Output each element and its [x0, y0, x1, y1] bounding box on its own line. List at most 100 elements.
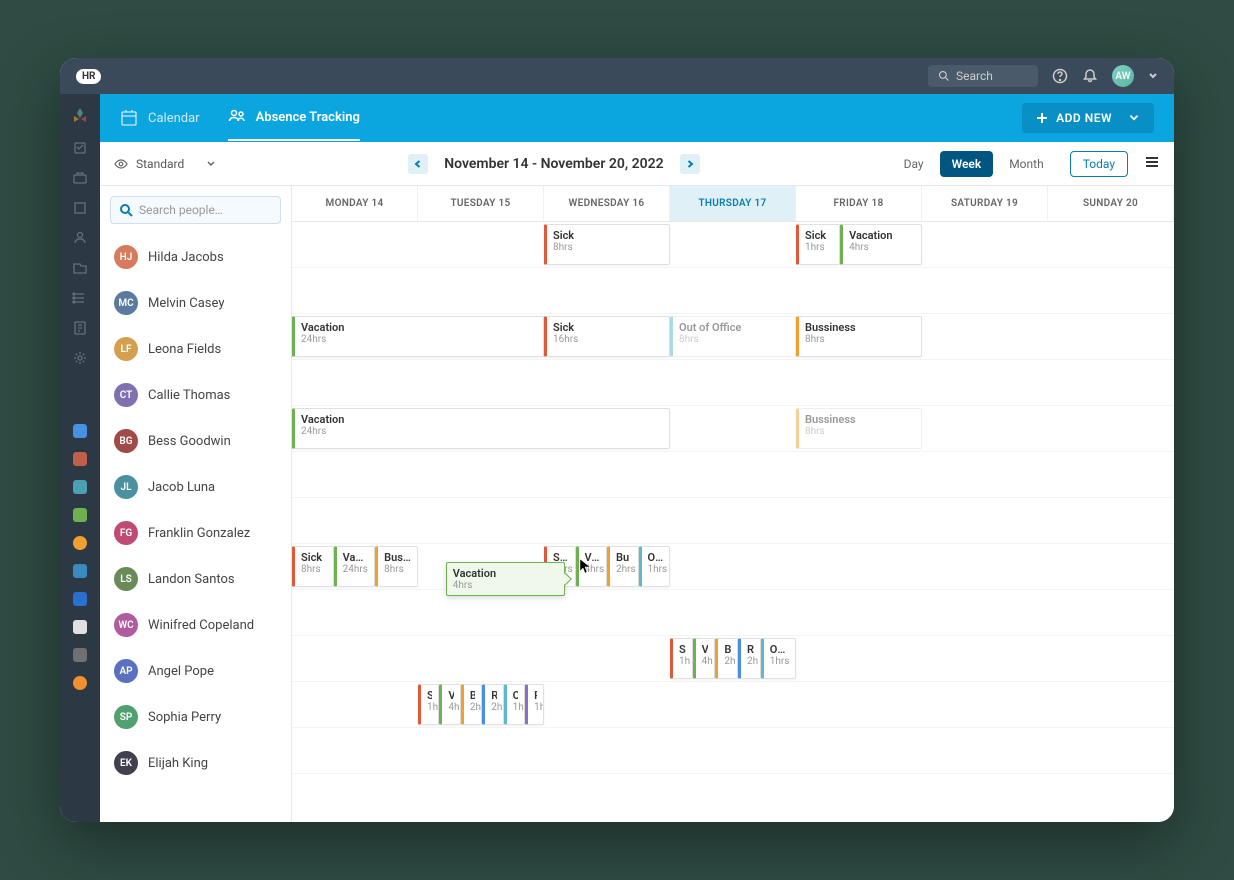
absence-event[interactable]: Sick8hrs: [544, 224, 670, 265]
absence-event[interactable]: Out of…1hrs: [761, 638, 796, 679]
search-placeholder: Search: [956, 69, 993, 83]
absence-event[interactable]: Par…1hrs: [525, 684, 544, 725]
tab-absence-tracking[interactable]: Absence Tracking: [228, 95, 360, 141]
person-row[interactable]: WCWinifred Copeland: [100, 602, 291, 648]
app-tile-4[interactable]: [73, 508, 87, 522]
app-tile-6[interactable]: [73, 564, 87, 578]
menu-button[interactable]: [1144, 154, 1160, 174]
app-tile-3[interactable]: [73, 480, 87, 494]
absence-event[interactable]: Sick1hrs: [544, 546, 576, 587]
absence-event[interactable]: Ou1h: [504, 684, 525, 725]
app-tile-8[interactable]: [73, 620, 87, 634]
view-week[interactable]: Week: [940, 151, 994, 177]
absence-event[interactable]: Bu2hrs: [607, 546, 639, 587]
app-tile-9[interactable]: [73, 648, 87, 662]
main-wrap: Calendar Absence Tracking ADD NEW Standa…: [60, 94, 1174, 822]
app-tile-2[interactable]: [73, 452, 87, 466]
calendar-row[interactable]: [292, 452, 1174, 498]
calendar-row[interactable]: Vacation24hrs Bussiness8hrs: [292, 406, 1174, 452]
settings-icon[interactable]: [72, 350, 88, 366]
absence-event[interactable]: Sick16hrs: [544, 316, 670, 357]
person-row[interactable]: APAngel Pope: [100, 648, 291, 694]
absence-event[interactable]: Vacat…24hrs: [334, 546, 376, 587]
event-title: Re: [747, 643, 754, 656]
absence-event[interactable]: Va4h: [693, 638, 716, 679]
nav-icon-3[interactable]: [72, 200, 88, 216]
person-row[interactable]: SPSophia Perry: [100, 694, 291, 740]
event-title: Va: [702, 643, 709, 656]
person-row[interactable]: CTCallie Thomas: [100, 372, 291, 418]
absence-event[interactable]: Re2h: [482, 684, 503, 725]
absence-event[interactable]: Sic1h: [670, 638, 693, 679]
view-day[interactable]: Day: [892, 151, 936, 177]
absence-event[interactable]: Re2h: [738, 638, 761, 679]
app-tile-5[interactable]: [73, 536, 87, 550]
prev-week-button[interactable]: [408, 154, 428, 174]
absence-event[interactable]: Bussiness8hrs: [796, 316, 922, 357]
help-icon[interactable]: [1052, 68, 1068, 84]
event-title: Vacat…: [343, 551, 369, 564]
nav-icon-5[interactable]: [72, 260, 88, 276]
nav-icon-4[interactable]: [72, 230, 88, 246]
absence-event[interactable]: Vac4hrs: [576, 546, 608, 587]
absence-event[interactable]: Vacation24hrs: [292, 316, 544, 357]
nav-icon-2[interactable]: [72, 170, 88, 186]
calendar-row[interactable]: Sick8hrsVacat…24hrsBus…8hrs Sick1hrsVac4h…: [292, 544, 1174, 590]
app-tile-10[interactable]: [73, 676, 87, 690]
calendar-row[interactable]: Vacation24hrsSick16hrsOut of Office8hrsB…: [292, 314, 1174, 360]
calendar-row[interactable]: Sic1hVa4hBu2hRe2hOut of…1hrs: [292, 636, 1174, 682]
absence-event[interactable]: Bu2h: [715, 638, 738, 679]
app-logo-icon[interactable]: [70, 106, 90, 126]
tab-calendar[interactable]: Calendar: [120, 96, 200, 140]
person-row[interactable]: HJHilda Jacobs: [100, 234, 291, 280]
person-row[interactable]: LSLandon Santos: [100, 556, 291, 602]
absence-event[interactable]: Vacation24hrs: [292, 408, 670, 449]
nav-icon-7[interactable]: [72, 320, 88, 336]
app-tile-7[interactable]: [73, 592, 87, 606]
person-row[interactable]: FGFranklin Gonzalez: [100, 510, 291, 556]
absence-event[interactable]: Out of Office8hrs: [670, 316, 796, 357]
absence-event[interactable]: Sick8hrs: [292, 546, 334, 587]
person-row[interactable]: MCMelvin Casey: [100, 280, 291, 326]
event-hours: 1h: [427, 702, 432, 713]
absence-event[interactable]: Va4h: [439, 684, 460, 725]
nav-icon-1[interactable]: [72, 140, 88, 156]
person-row[interactable]: EKElijah King: [100, 740, 291, 786]
calendar-row[interactable]: [292, 498, 1174, 544]
person-row[interactable]: JLJacob Luna: [100, 464, 291, 510]
absence-event[interactable]: Sic1h: [418, 684, 439, 725]
bell-icon[interactable]: [1082, 68, 1098, 84]
people-search[interactable]: Search people…: [110, 196, 281, 224]
absence-event[interactable]: Bussiness8hrs: [796, 408, 922, 449]
person-row[interactable]: LFLeona Fields: [100, 326, 291, 372]
user-avatar[interactable]: AW: [1112, 65, 1134, 87]
calendar-row[interactable]: [292, 268, 1174, 314]
search-icon: [119, 203, 133, 217]
absence-event[interactable]: Bus…8hrs: [375, 546, 418, 587]
event-hours: 2h: [747, 656, 754, 667]
calendar-row[interactable]: Sick8hrs Sick1hrsVacation4hrs: [292, 222, 1174, 268]
event-title: Vac: [585, 551, 601, 564]
chevron-down-icon[interactable]: [1148, 71, 1158, 81]
calendar-row[interactable]: [292, 590, 1174, 636]
absence-event[interactable]: Bu2h: [461, 684, 482, 725]
person-row[interactable]: BGBess Goodwin: [100, 418, 291, 464]
absence-event[interactable]: Sick1hrs: [796, 224, 840, 265]
app-tile-1[interactable]: [73, 424, 87, 438]
next-week-button[interactable]: [680, 154, 700, 174]
calendar-row[interactable]: [292, 360, 1174, 406]
calendar-row[interactable]: Sic1hVa4hBu2hRe2hOu1hPar…1hrs: [292, 682, 1174, 728]
nav-icon-6[interactable]: [72, 290, 88, 306]
calendar-column: MONDAY 14TUESDAY 15WEDNESDAY 16THURSDAY …: [292, 186, 1174, 822]
person-avatar: LF: [114, 337, 138, 361]
today-button[interactable]: Today: [1070, 151, 1128, 177]
view-month[interactable]: Month: [997, 151, 1055, 177]
add-new-button[interactable]: ADD NEW: [1022, 103, 1154, 133]
global-search[interactable]: Search: [928, 65, 1038, 87]
view-filter[interactable]: Standard: [114, 157, 216, 171]
absence-event[interactable]: Out of…1hrs: [639, 546, 671, 587]
calendar-row[interactable]: [292, 728, 1174, 774]
hr-badge: HR: [76, 69, 101, 84]
event-title: Vacation: [849, 229, 915, 242]
absence-event[interactable]: Vacation4hrs: [840, 224, 922, 265]
